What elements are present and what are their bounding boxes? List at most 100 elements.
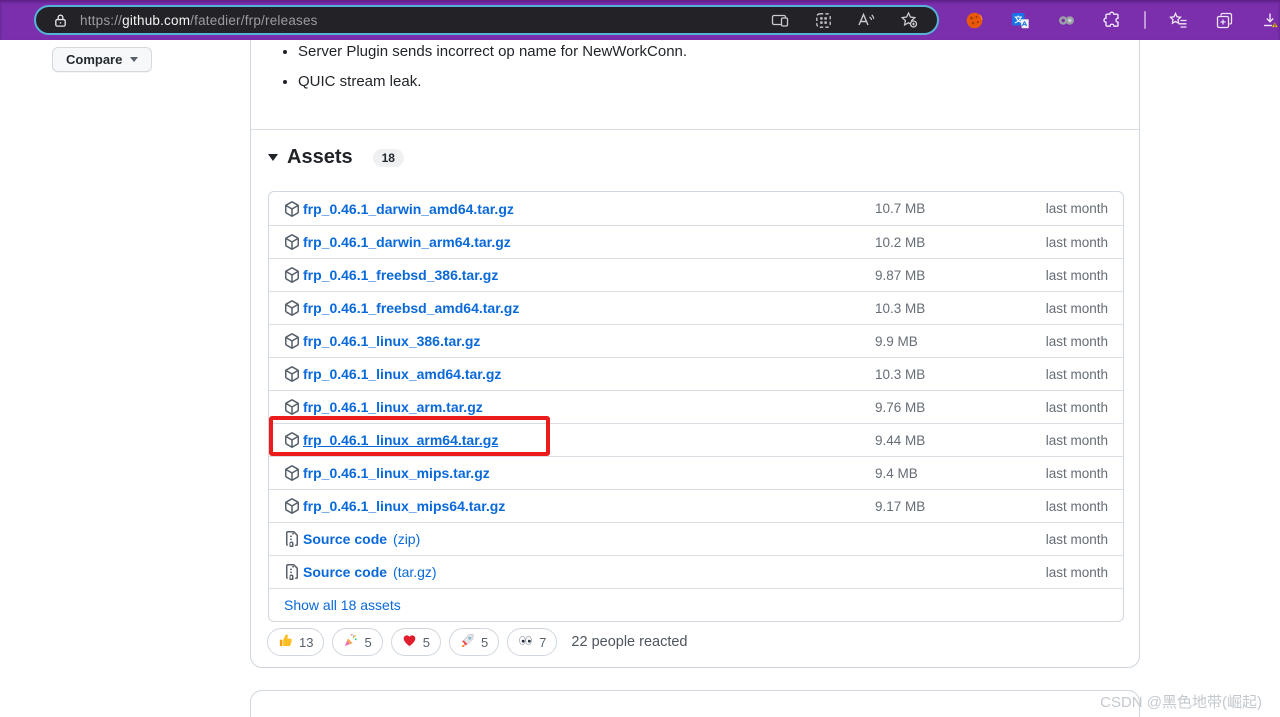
package-icon bbox=[284, 333, 300, 349]
source-code-suffix[interactable]: (zip) bbox=[393, 531, 420, 547]
rocket-icon bbox=[460, 633, 475, 651]
table-row: frp_0.46.1_linux_arm.tar.gz 9.76 MB last… bbox=[269, 390, 1123, 423]
reaction-rocket[interactable]: 5 bbox=[448, 628, 500, 656]
asset-date: last month bbox=[1045, 498, 1108, 514]
favorites-icon[interactable] bbox=[1168, 10, 1188, 30]
asset-link[interactable]: frp_0.46.1_darwin_arm64.tar.gz bbox=[303, 234, 511, 250]
asset-date: last month bbox=[1045, 300, 1108, 316]
reaction-eyes[interactable]: 7 bbox=[507, 628, 558, 656]
asset-date: last month bbox=[1045, 366, 1108, 382]
asset-link[interactable]: frp_0.46.1_linux_386.tar.gz bbox=[303, 333, 480, 349]
asset-size: 9.76 MB bbox=[875, 399, 926, 415]
reaction-thumbs-up[interactable]: 13 bbox=[267, 628, 325, 656]
url-text[interactable]: https://github.com/fatedier/frp/releases bbox=[80, 13, 318, 28]
table-row: frp_0.46.1_linux_mips.tar.gz 9.4 MB last… bbox=[269, 456, 1123, 489]
source-code-link[interactable]: Source code bbox=[303, 564, 387, 580]
reaction-count: 5 bbox=[364, 634, 372, 650]
asset-link[interactable]: frp_0.46.1_linux_mips.tar.gz bbox=[303, 465, 490, 481]
asset-date: last month bbox=[1045, 267, 1108, 283]
package-icon bbox=[284, 200, 300, 217]
asset-size: 10.7 MB bbox=[875, 201, 926, 216]
triangle-down-icon bbox=[268, 154, 278, 161]
asset-size: 9.87 MB bbox=[875, 267, 926, 283]
reactions-bar: 13 5 5 5 7 22 people reacted bbox=[267, 628, 688, 656]
read-aloud-icon[interactable] bbox=[856, 10, 876, 30]
file-zip-icon bbox=[284, 531, 300, 547]
reaction-count: 5 bbox=[422, 634, 430, 650]
party-popper-icon bbox=[343, 633, 358, 651]
package-icon bbox=[284, 366, 300, 382]
source-code-suffix[interactable]: (tar.gz) bbox=[393, 564, 437, 580]
table-row: Source code (tar.gz) last month bbox=[269, 555, 1123, 588]
package-icon bbox=[284, 267, 300, 283]
asset-link[interactable]: frp_0.46.1_linux_arm.tar.gz bbox=[303, 399, 483, 415]
thumbs-up-icon bbox=[278, 633, 293, 651]
release-note-item: QUIC stream leak. bbox=[298, 73, 687, 90]
asset-size: 10.3 MB bbox=[875, 366, 926, 382]
table-row: frp_0.46.1_linux_386.tar.gz 9.9 MB last … bbox=[269, 324, 1123, 357]
asset-size: 9.9 MB bbox=[875, 333, 918, 349]
lock-icon[interactable] bbox=[50, 10, 70, 30]
watermark-text: CSDN @黑色地带(崛起) bbox=[1100, 694, 1262, 711]
table-row: Source code (zip) last month bbox=[269, 522, 1123, 555]
package-icon bbox=[284, 432, 300, 448]
asset-link-highlighted[interactable]: frp_0.46.1_linux_arm64.tar.gz bbox=[303, 432, 498, 448]
show-all-assets-link[interactable]: Show all 18 assets bbox=[284, 597, 401, 613]
package-icon bbox=[284, 465, 300, 481]
asset-date: last month bbox=[1045, 333, 1108, 349]
reaction-heart[interactable]: 5 bbox=[390, 628, 441, 656]
address-bar[interactable]: https://github.com/fatedier/frp/releases bbox=[34, 5, 939, 35]
send-to-device-icon[interactable] bbox=[770, 10, 790, 30]
table-row: frp_0.46.1_darwin_amd64.tar.gz 10.7 MB l… bbox=[269, 192, 1123, 225]
asset-link[interactable]: frp_0.46.1_freebsd_amd64.tar.gz bbox=[303, 300, 519, 316]
asset-size: 9.17 MB bbox=[875, 498, 926, 514]
table-row: frp_0.46.1_freebsd_386.tar.gz 9.87 MB la… bbox=[269, 258, 1123, 291]
browser-toolbar: https://github.com/fatedier/frp/releases bbox=[0, 0, 1280, 40]
gray-extension-icon[interactable] bbox=[1056, 10, 1076, 30]
asset-date: last month bbox=[1045, 201, 1108, 216]
asset-size: 9.44 MB bbox=[875, 432, 926, 448]
release-card: Server Plugin sends incorrect op name fo… bbox=[250, 0, 1140, 668]
reaction-count: 5 bbox=[480, 634, 489, 650]
table-row: frp_0.46.1_darwin_arm64.tar.gz 10.2 MB l… bbox=[269, 225, 1123, 258]
chevron-down-icon bbox=[130, 57, 139, 62]
table-row: frp_0.46.1_freebsd_amd64.tar.gz 10.3 MB … bbox=[269, 291, 1123, 324]
asset-size: 10.3 MB bbox=[875, 300, 926, 316]
reaction-party[interactable]: 5 bbox=[332, 628, 383, 656]
table-row: frp_0.46.1_linux_amd64.tar.gz 10.3 MB la… bbox=[269, 357, 1123, 390]
asset-link[interactable]: frp_0.46.1_freebsd_386.tar.gz bbox=[303, 267, 498, 283]
asset-date: last month bbox=[1045, 234, 1108, 250]
assets-title: Assets bbox=[287, 146, 353, 168]
asset-link[interactable]: frp_0.46.1_linux_mips64.tar.gz bbox=[303, 498, 505, 514]
apps-grid-icon[interactable] bbox=[813, 10, 833, 30]
add-favorite-icon[interactable] bbox=[899, 10, 919, 30]
asset-date: last month bbox=[1045, 432, 1108, 448]
compare-label: Compare bbox=[66, 52, 123, 67]
table-row: frp_0.46.1_linux_mips64.tar.gz 9.17 MB l… bbox=[269, 489, 1123, 522]
assets-toggle[interactable]: Assets 18 bbox=[268, 146, 404, 169]
file-zip-icon bbox=[284, 564, 300, 580]
asset-date: last month bbox=[1045, 465, 1108, 481]
compare-button[interactable]: Compare bbox=[52, 47, 153, 72]
asset-link[interactable]: frp_0.46.1_linux_amd64.tar.gz bbox=[303, 366, 501, 382]
assets-count-badge: 18 bbox=[372, 148, 404, 167]
asset-date: last month bbox=[1045, 399, 1108, 415]
reaction-summary: 22 people reacted bbox=[571, 634, 688, 650]
asset-size: 9.4 MB bbox=[875, 465, 918, 481]
asset-size: 10.2 MB bbox=[875, 234, 926, 250]
downloads-icon[interactable] bbox=[1260, 10, 1280, 30]
translate-extension-icon[interactable] bbox=[1010, 10, 1030, 30]
cookie-extension-icon[interactable] bbox=[964, 10, 984, 30]
eyes-icon bbox=[518, 633, 533, 651]
source-code-link[interactable]: Source code bbox=[303, 531, 387, 547]
asset-date: last month bbox=[1045, 531, 1108, 547]
reaction-count: 13 bbox=[299, 634, 314, 650]
package-icon bbox=[284, 399, 300, 415]
package-icon bbox=[284, 498, 300, 514]
collections-icon[interactable] bbox=[1214, 10, 1234, 30]
assets-table: frp_0.46.1_darwin_amd64.tar.gz 10.7 MB l… bbox=[268, 191, 1124, 622]
package-icon bbox=[284, 234, 300, 250]
extensions-puzzle-icon[interactable] bbox=[1102, 10, 1122, 30]
asset-link[interactable]: frp_0.46.1_darwin_amd64.tar.gz bbox=[303, 201, 514, 217]
toolbar-separator bbox=[1144, 11, 1146, 29]
